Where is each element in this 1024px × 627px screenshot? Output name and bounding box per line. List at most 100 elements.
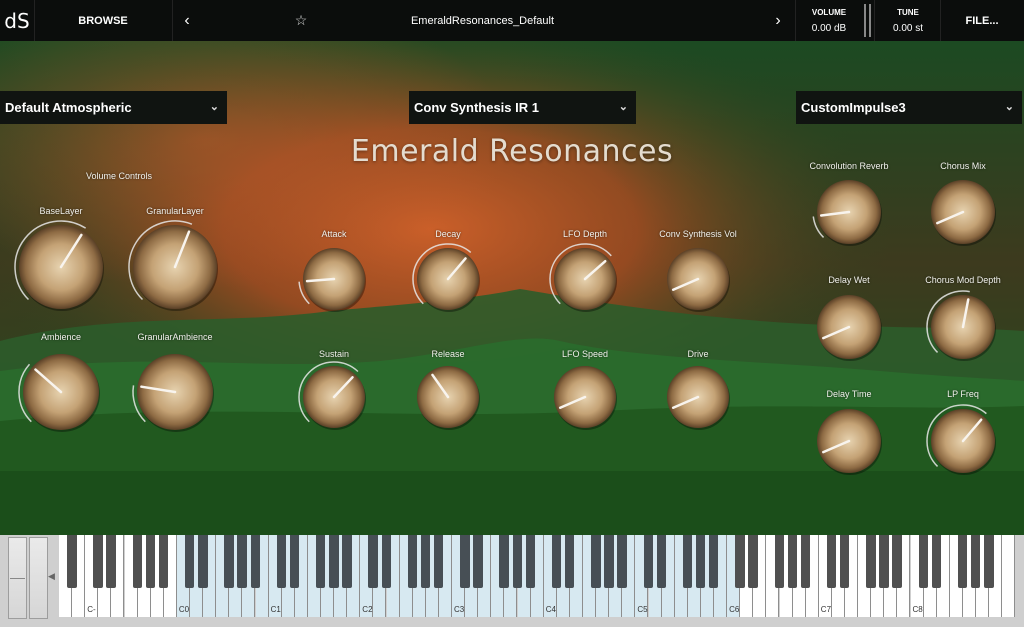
black-key[interactable] xyxy=(695,535,706,588)
volume-meter-left xyxy=(864,4,866,37)
black-key[interactable] xyxy=(525,535,536,588)
black-key[interactable] xyxy=(158,535,169,588)
black-key[interactable] xyxy=(420,535,431,588)
baselayer-knob[interactable] xyxy=(11,217,111,317)
favorite-button[interactable]: ☆ xyxy=(290,0,312,41)
black-key[interactable] xyxy=(800,535,811,588)
black-key[interactable] xyxy=(342,535,352,588)
pitch-wheel[interactable] xyxy=(8,537,27,619)
black-key[interactable] xyxy=(564,535,575,588)
lfo-speed-knob[interactable] xyxy=(546,358,624,436)
tune-label: TUNE xyxy=(897,7,919,17)
black-key[interactable] xyxy=(748,535,758,588)
octave-label: C0 xyxy=(178,605,190,614)
black-key[interactable] xyxy=(132,535,143,588)
impulse-dropdown[interactable]: CustomImpulse3 ⌄ xyxy=(796,91,1022,124)
black-key[interactable] xyxy=(368,535,378,588)
delay-wet-label: Delay Wet xyxy=(828,275,870,285)
tune-control[interactable]: TUNE 0.00 st xyxy=(876,0,940,41)
delay-time-label: Delay Time xyxy=(826,389,872,399)
file-menu-button[interactable]: FILE... xyxy=(940,0,1024,41)
lfo-depth-knob[interactable] xyxy=(546,240,624,318)
black-key[interactable] xyxy=(512,535,522,588)
black-key[interactable] xyxy=(185,535,195,588)
black-key[interactable] xyxy=(826,535,837,588)
black-key[interactable] xyxy=(329,535,339,588)
black-key[interactable] xyxy=(840,535,850,588)
black-key[interactable] xyxy=(617,535,627,588)
black-key[interactable] xyxy=(407,535,418,588)
black-key[interactable] xyxy=(381,535,391,588)
black-key[interactable] xyxy=(643,535,653,588)
black-key[interactable] xyxy=(918,535,929,588)
black-key[interactable] xyxy=(145,535,156,588)
black-key[interactable] xyxy=(735,535,745,588)
black-key[interactable] xyxy=(93,535,103,588)
white-key[interactable] xyxy=(1002,535,1016,617)
chorus-mix-knob[interactable] xyxy=(923,172,1003,252)
black-key[interactable] xyxy=(879,535,889,588)
chorus-mod-depth-knob[interactable] xyxy=(923,287,1003,367)
black-key[interactable] xyxy=(931,535,942,588)
delay-time-knob[interactable] xyxy=(809,401,889,481)
black-key[interactable] xyxy=(866,535,876,588)
octave-label: C4 xyxy=(545,605,556,614)
piano-keyboard[interactable]: ◀ C- C0 C1 C2 C3 C4 C5 C6 C7 C8 xyxy=(0,535,1024,627)
drive-knob[interactable] xyxy=(659,358,737,436)
black-key[interactable] xyxy=(433,535,444,588)
black-key[interactable] xyxy=(106,535,116,588)
instrument-title: Emerald Resonances xyxy=(350,134,674,169)
ambience-knob[interactable] xyxy=(15,346,107,438)
black-key[interactable] xyxy=(250,535,260,588)
conv-synthesis-vol-knob[interactable] xyxy=(659,240,737,318)
decay-knob[interactable] xyxy=(409,240,487,318)
black-key[interactable] xyxy=(316,535,326,588)
sustain-knob[interactable] xyxy=(295,358,373,436)
black-key[interactable] xyxy=(892,535,902,588)
black-key[interactable] xyxy=(682,535,693,588)
granularambience-knob[interactable] xyxy=(129,346,221,438)
octave-label: C7 xyxy=(820,605,832,614)
next-preset-button[interactable]: › xyxy=(767,0,789,41)
octave-label: C6 xyxy=(729,605,740,614)
atmosphere-preset-dropdown[interactable]: Default Atmospheric ⌄ xyxy=(0,91,227,124)
volume-meter-right xyxy=(869,4,871,37)
black-key[interactable] xyxy=(656,535,667,588)
black-key[interactable] xyxy=(237,535,247,588)
preset-name[interactable]: EmeraldResonances_Default xyxy=(360,0,605,41)
release-knob[interactable] xyxy=(409,358,487,436)
black-key[interactable] xyxy=(957,535,968,588)
black-key[interactable] xyxy=(787,535,798,588)
black-key[interactable] xyxy=(460,535,470,588)
black-key[interactable] xyxy=(591,535,601,588)
decay-label: Decay xyxy=(435,229,461,239)
black-key[interactable] xyxy=(499,535,509,588)
attack-knob[interactable] xyxy=(295,240,373,318)
black-key[interactable] xyxy=(604,535,614,588)
black-key[interactable] xyxy=(774,535,784,588)
volume-control[interactable]: VOLUME 0.00 dB xyxy=(800,0,858,41)
dropdown-value: Default Atmospheric xyxy=(5,100,132,115)
dropdown-value: CustomImpulse3 xyxy=(801,100,906,115)
browse-button[interactable]: BROWSE xyxy=(34,0,172,41)
granularlayer-knob[interactable] xyxy=(125,217,225,317)
lp-freq-knob[interactable] xyxy=(923,401,1003,481)
black-key[interactable] xyxy=(971,535,981,588)
mod-wheel[interactable] xyxy=(29,537,48,619)
black-key[interactable] xyxy=(67,535,77,588)
black-key[interactable] xyxy=(473,535,483,588)
baselayer-label: BaseLayer xyxy=(39,206,83,216)
black-key[interactable] xyxy=(984,535,994,588)
octave-label: C3 xyxy=(454,605,465,614)
black-key[interactable] xyxy=(198,535,208,588)
black-key[interactable] xyxy=(551,535,562,588)
black-key[interactable] xyxy=(224,535,234,588)
black-key[interactable] xyxy=(289,535,300,588)
keys-area[interactable]: C- C0 C1 C2 C3 C4 C5 C6 C7 C8 xyxy=(59,535,1020,617)
black-key[interactable] xyxy=(276,535,287,588)
previous-preset-button[interactable]: ‹ xyxy=(176,0,198,41)
black-key[interactable] xyxy=(709,535,719,588)
delay-wet-knob[interactable] xyxy=(809,287,889,367)
convolution-reverb-knob[interactable] xyxy=(809,172,889,252)
ir-dropdown[interactable]: Conv Synthesis IR 1 ⌄ xyxy=(409,91,636,124)
